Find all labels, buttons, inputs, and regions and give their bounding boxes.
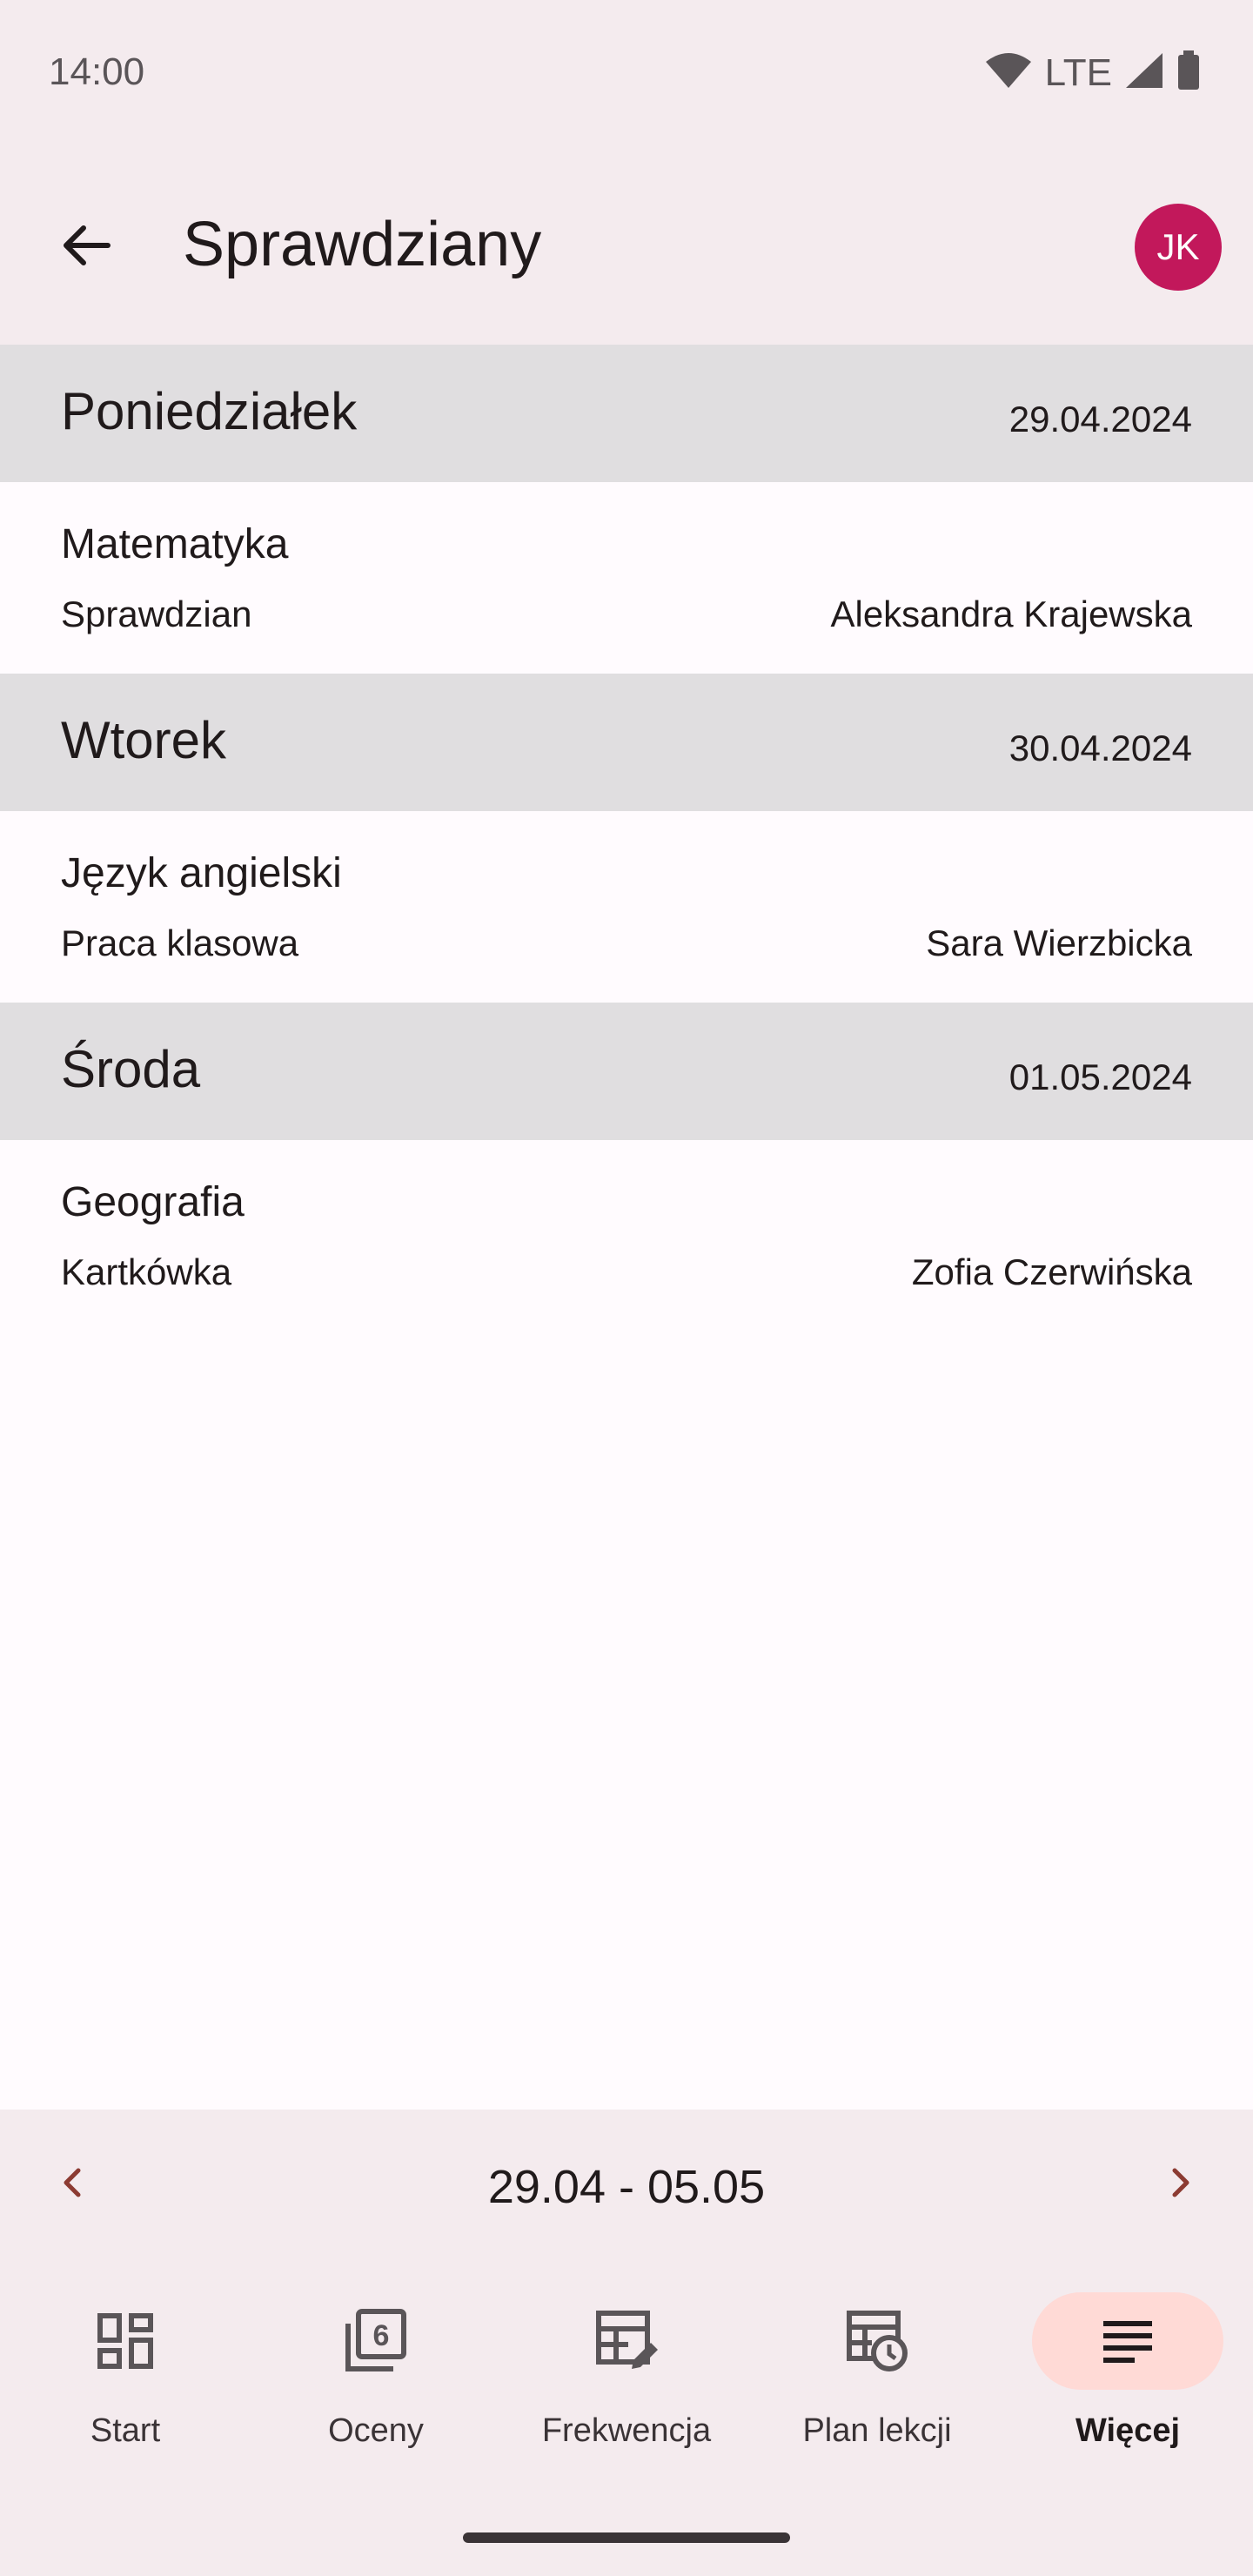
nav-icon-container: [781, 2292, 973, 2390]
nav-icon-container: [531, 2292, 722, 2390]
exam-type: Praca klasowa: [61, 922, 299, 963]
nav-label: Oceny: [328, 2412, 424, 2449]
battery-icon: [1176, 50, 1201, 95]
attendance-icon: [596, 2311, 658, 2369]
nav-icon-container: [1032, 2292, 1223, 2390]
week-range: 29.04 - 05.05: [487, 2161, 766, 2213]
day-header: Poniedziałek 29.04.2024: [0, 345, 1253, 482]
nav-item-wiecej[interactable]: Więcej: [1002, 2292, 1253, 2484]
timetable-icon: [847, 2311, 908, 2371]
day-header: Środa 01.05.2024: [0, 1003, 1253, 1140]
exam-type: Kartkówka: [61, 1251, 232, 1292]
exam-teacher: Aleksandra Krajewska: [830, 594, 1192, 634]
nav-label: Start: [90, 2412, 161, 2449]
wifi-icon: [984, 51, 1033, 94]
signal-icon: [1124, 51, 1164, 94]
account-avatar[interactable]: JK: [1135, 204, 1222, 291]
page-title: Sprawdziany: [183, 210, 542, 279]
app-bar: Sprawdziany JK: [0, 148, 1253, 345]
exam-subject: Geografia: [61, 1179, 245, 1225]
day-name: Wtorek: [61, 711, 227, 769]
nav-item-frekwencja[interactable]: Frekwencja: [501, 2292, 752, 2484]
day-date: 30.04.2024: [1008, 728, 1192, 768]
svg-text:6: 6: [373, 2319, 390, 2352]
nav-icon-container: 6: [280, 2292, 472, 2390]
exam-subject: Matematyka: [61, 521, 289, 567]
day-name: Środa: [61, 1040, 201, 1098]
back-button[interactable]: [52, 212, 118, 278]
exam-item[interactable]: Geografia Kartkówka Zofia Czerwińska: [0, 1140, 1253, 1332]
exam-subject: Język angielski: [61, 850, 342, 896]
grades-icon: 6: [345, 2309, 406, 2371]
nav-item-oceny[interactable]: 6 Oceny: [251, 2292, 501, 2484]
nav-item-plan-lekcji[interactable]: Plan lekcji: [752, 2292, 1002, 2484]
chevron-right-icon: [1172, 2168, 1189, 2197]
exam-item[interactable]: Matematyka Sprawdzian Aleksandra Krajews…: [0, 482, 1253, 674]
status-time: 14:00: [49, 50, 145, 93]
exam-type: Sprawdzian: [61, 594, 252, 634]
week-navigator: 29.04 - 05.05: [0, 2110, 1253, 2257]
next-week-button[interactable]: [1156, 2158, 1204, 2207]
exam-teacher: Zofia Czerwińska: [911, 1251, 1192, 1292]
exam-teacher: Sara Wierzbicka: [926, 922, 1192, 963]
day-date: 29.04.2024: [1008, 399, 1192, 439]
nav-item-start[interactable]: Start: [0, 2292, 251, 2484]
dashboard-icon: [97, 2313, 153, 2369]
home-indicator[interactable]: [463, 2532, 790, 2543]
nav-label: Więcej: [1075, 2412, 1181, 2449]
exam-item[interactable]: Język angielski Praca klasowa Sara Wierz…: [0, 811, 1253, 1003]
day-date: 01.05.2024: [1008, 1057, 1192, 1097]
day-name: Poniedziałek: [61, 382, 358, 440]
more-icon: [1103, 2321, 1152, 2363]
arrow-back-icon: [64, 225, 111, 265]
status-icons: LTE: [984, 50, 1201, 95]
bottom-navigation: Start 6 Oceny Frekwencja Plan lekcji Wię…: [0, 2257, 1253, 2576]
nav-icon-container: [30, 2292, 221, 2390]
exam-list: Poniedziałek 29.04.2024 Matematyka Spraw…: [0, 345, 1253, 1332]
nav-label: Plan lekcji: [802, 2412, 952, 2449]
day-header: Wtorek 30.04.2024: [0, 674, 1253, 811]
network-type: LTE: [1044, 50, 1112, 94]
nav-label: Frekwencja: [541, 2412, 712, 2449]
status-bar: 14:00 LTE: [0, 0, 1253, 148]
